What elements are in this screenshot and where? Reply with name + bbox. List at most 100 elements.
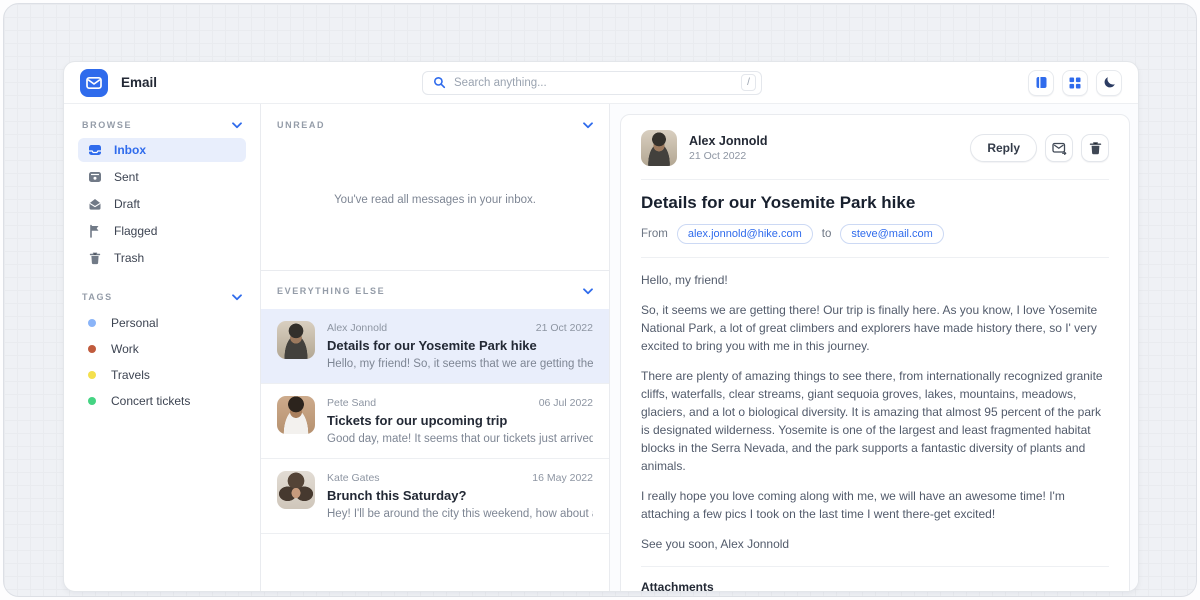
tag-color-dot <box>88 345 96 353</box>
search-shortcut-badge: / <box>741 74 756 91</box>
body-paragraph: So, it seems we are getting there! Our t… <box>641 301 1109 355</box>
tag-label: Travels <box>111 368 150 382</box>
email-summary: Alex Jonnold 21 Oct 2022 Details for our… <box>327 321 593 370</box>
apps-grid-button[interactable] <box>1062 70 1088 96</box>
email-summary: Pete Sand 06 Jul 2022 Tickets for our up… <box>327 396 593 445</box>
divider <box>641 566 1109 567</box>
sidebar-item-label: Draft <box>114 197 140 211</box>
search-input[interactable]: Search anything... / <box>422 71 762 95</box>
moon-icon <box>1103 76 1116 89</box>
desktop-background: Email Search anything... / <box>3 3 1197 597</box>
tag-color-dot <box>88 319 96 327</box>
everything-else-section: EVERYTHING ELSE Alex Jonnold 21 Oct 2022 <box>261 270 609 534</box>
browse-nav: Inbox Sent Draft <box>78 138 246 270</box>
trash-icon <box>1089 141 1102 155</box>
detail-header: Alex Jonnold 21 Oct 2022 Reply <box>641 130 1109 166</box>
sidebar-item-flagged[interactable]: Flagged <box>78 219 246 243</box>
unread-empty-message: You've read all messages in your inbox. <box>261 130 609 270</box>
envelope-forward-icon <box>1052 142 1067 155</box>
tag-item-travels[interactable]: Travels <box>78 362 246 388</box>
detail-date: 21 Oct 2022 <box>689 150 767 162</box>
trash-icon <box>88 251 102 265</box>
email-subject: Details for our Yosemite Park hike <box>327 338 593 353</box>
detail-sender-name: Alex Jonnold <box>689 134 767 148</box>
tag-color-dot <box>88 371 96 379</box>
main-columns: BROWSE Inbox <box>64 104 1138 591</box>
email-app-window: Email Search anything... / <box>63 61 1139 592</box>
sender-avatar <box>277 396 315 434</box>
sidebar-item-label: Flagged <box>114 224 157 238</box>
email-sender: Kate Gates <box>327 472 380 484</box>
tag-label: Concert tickets <box>111 394 190 408</box>
app-title: Email <box>121 75 157 90</box>
email-subject: Tickets for our upcoming trip <box>327 413 593 428</box>
sent-icon <box>88 170 102 184</box>
tag-item-concert-tickets[interactable]: Concert tickets <box>78 388 246 414</box>
email-sender: Alex Jonnold <box>327 322 387 334</box>
email-list-item[interactable]: Pete Sand 06 Jul 2022 Tickets for our up… <box>261 384 609 459</box>
detail-actions: Reply <box>970 134 1109 162</box>
search-placeholder: Search anything... <box>454 77 733 89</box>
sidebar-item-sent[interactable]: Sent <box>78 165 246 189</box>
chevron-down-icon[interactable] <box>583 288 593 295</box>
attachments-label: Attachments <box>641 580 1109 591</box>
browse-label: BROWSE <box>82 120 132 130</box>
everything-else-label: EVERYTHING ELSE <box>277 286 385 296</box>
sidebar-item-trash[interactable]: Trash <box>78 246 246 270</box>
email-logo-icon <box>80 69 108 97</box>
email-detail-card: Alex Jonnold 21 Oct 2022 Reply <box>620 114 1130 591</box>
tags-label: TAGS <box>82 292 113 302</box>
sender-avatar <box>277 471 315 509</box>
chevron-down-icon[interactable] <box>232 122 242 129</box>
to-label: to <box>822 228 832 240</box>
divider <box>641 257 1109 258</box>
email-preview: Hey! I'll be around the city this weeken… <box>327 508 593 520</box>
unread-label: UNREAD <box>277 120 325 130</box>
detail-subject: Details for our Yosemite Park hike <box>641 193 1109 213</box>
email-sender: Pete Sand <box>327 397 376 409</box>
divider <box>641 179 1109 180</box>
to-email-chip[interactable]: steve@mail.com <box>840 224 943 244</box>
tags-nav: Personal Work Travels Concert tickets <box>78 310 246 414</box>
draft-envelope-icon <box>88 197 102 211</box>
tag-label: Work <box>111 342 139 356</box>
chevron-down-icon[interactable] <box>232 294 242 301</box>
sidebar-item-label: Trash <box>114 251 144 265</box>
tag-item-personal[interactable]: Personal <box>78 310 246 336</box>
dark-mode-toggle[interactable] <box>1096 70 1122 96</box>
sidebar-item-label: Sent <box>114 170 139 184</box>
email-subject: Brunch this Saturday? <box>327 488 593 503</box>
email-date: 06 Jul 2022 <box>539 397 593 409</box>
tag-color-dot <box>88 397 96 405</box>
reply-button[interactable]: Reply <box>970 134 1037 162</box>
forward-email-button[interactable] <box>1045 134 1073 162</box>
notebook-button[interactable] <box>1028 70 1054 96</box>
sidebar-item-draft[interactable]: Draft <box>78 192 246 216</box>
email-list-item[interactable]: Kate Gates 16 May 2022 Brunch this Satur… <box>261 459 609 534</box>
sidebar: BROWSE Inbox <box>64 104 260 591</box>
from-to-row: From alex.jonnold@hike.com to steve@mail… <box>641 224 1109 244</box>
sidebar-item-inbox[interactable]: Inbox <box>78 138 246 162</box>
delete-email-button[interactable] <box>1081 134 1109 162</box>
email-list-item[interactable]: Alex Jonnold 21 Oct 2022 Details for our… <box>261 309 609 384</box>
email-summary: Kate Gates 16 May 2022 Brunch this Satur… <box>327 471 593 520</box>
email-preview: Hello, my friend! So, it seems that we a… <box>327 358 593 370</box>
apps-grid-icon <box>1069 77 1081 89</box>
unread-section-header: UNREAD <box>261 120 609 130</box>
tags-section-header: TAGS <box>78 292 246 302</box>
tag-item-work[interactable]: Work <box>78 336 246 362</box>
email-detail-column: Alex Jonnold 21 Oct 2022 Reply <box>610 104 1138 591</box>
search-icon <box>433 76 446 89</box>
unread-section: UNREAD You've read all messages in your … <box>261 104 609 270</box>
brand: Email <box>80 69 157 97</box>
email-body: Hello, my friend! So, it seems we are ge… <box>641 271 1109 553</box>
tag-label: Personal <box>111 316 158 330</box>
email-date: 16 May 2022 <box>532 472 593 484</box>
inbox-icon <box>88 143 102 157</box>
flag-icon <box>88 224 102 238</box>
sender-avatar <box>277 321 315 359</box>
chevron-down-icon[interactable] <box>583 122 593 129</box>
from-email-chip[interactable]: alex.jonnold@hike.com <box>677 224 813 244</box>
body-paragraph: Hello, my friend! <box>641 271 1109 289</box>
message-list-column: UNREAD You've read all messages in your … <box>260 104 610 591</box>
